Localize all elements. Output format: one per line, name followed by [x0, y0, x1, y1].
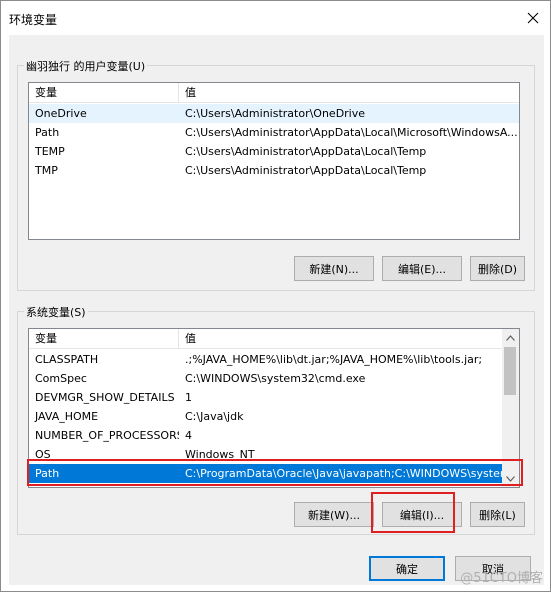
- user-new-button[interactable]: 新建(N)...: [294, 256, 374, 281]
- variable-value: C:\Users\Administrator\AppData\Local\Tem…: [185, 164, 427, 177]
- variable-value: Windows_NT: [185, 448, 255, 461]
- variable-value: 4: [185, 429, 192, 442]
- list-item[interactable]: TEMP C:\Users\Administrator\AppData\Loca…: [29, 142, 519, 161]
- variable-value: C:\Users\Administrator\OneDrive: [185, 107, 366, 120]
- variable-name: CLASSPATH: [35, 353, 99, 366]
- list-item[interactable]: DEVMGR_SHOW_DETAILS 1: [29, 388, 504, 407]
- system-variables-group: 系统变量(S) 变量 值 CLASSPATH .;%JAVA_HOME%\lib…: [17, 304, 535, 535]
- variable-name: TMP: [35, 164, 58, 177]
- chevron-down-icon: [506, 475, 515, 482]
- variable-value: C:\Java\jdk: [185, 410, 244, 423]
- column-header-value[interactable]: 值: [179, 83, 519, 103]
- variable-value: 1: [185, 391, 192, 404]
- user-edit-button[interactable]: 编辑(E)...: [382, 256, 462, 281]
- system-new-button[interactable]: 新建(W)...: [294, 502, 374, 527]
- user-delete-button[interactable]: 删除(D): [470, 256, 525, 281]
- variable-name: Path: [35, 467, 60, 480]
- list-item[interactable]: JAVA_HOME C:\Java\jdk: [29, 407, 504, 426]
- system-variables-label: 系统变量(S): [24, 304, 88, 320]
- scroll-up-button[interactable]: [502, 329, 519, 346]
- variable-name: Path: [35, 126, 60, 139]
- scroll-down-button[interactable]: [502, 470, 519, 487]
- system-list-header: 变量 值: [29, 329, 519, 349]
- user-variables-group: 幽羽独行 的用户变量(U) 变量 值 OneDrive C:\Users\Adm…: [17, 58, 535, 291]
- system-edit-button[interactable]: 编辑(I)...: [382, 502, 462, 527]
- title-bar: 环境变量: [1, 1, 550, 35]
- list-item[interactable]: ComSpec C:\WINDOWS\system32\cmd.exe: [29, 369, 504, 388]
- variable-value: .;%JAVA_HOME%\lib\dt.jar;%JAVA_HOME%\lib…: [185, 353, 483, 366]
- user-list-header: 变量 值: [29, 83, 519, 103]
- chevron-up-icon: [506, 334, 515, 341]
- variable-value: C:\ProgramData\Oracle\Java\javapath;C:\W…: [185, 467, 504, 480]
- variable-name: ComSpec: [35, 372, 87, 385]
- scroll-thumb[interactable]: [504, 347, 516, 395]
- user-variables-label: 幽羽独行 的用户变量(U): [24, 58, 148, 74]
- list-item[interactable]: OneDrive C:\Users\Administrator\OneDrive: [29, 104, 519, 123]
- list-item-selected[interactable]: Path C:\ProgramData\Oracle\Java\javapath…: [29, 464, 504, 483]
- list-item[interactable]: Path C:\Users\Administrator\AppData\Loca…: [29, 123, 519, 142]
- window-title: 环境变量: [9, 13, 58, 27]
- vertical-scrollbar[interactable]: [502, 329, 519, 487]
- column-header-variable[interactable]: 变量: [29, 83, 179, 103]
- list-item[interactable]: OS Windows_NT: [29, 445, 504, 464]
- close-icon: [527, 12, 539, 24]
- variable-value: C:\Users\Administrator\AppData\Local\Tem…: [185, 145, 427, 158]
- system-variables-list[interactable]: 变量 值 CLASSPATH .;%JAVA_HOME%\lib\dt.jar;…: [28, 328, 520, 488]
- variable-name: OneDrive: [35, 107, 87, 120]
- variable-name: JAVA_HOME: [35, 410, 99, 423]
- user-variables-list[interactable]: 变量 值 OneDrive C:\Users\Administrator\One…: [28, 82, 520, 240]
- list-item[interactable]: NUMBER_OF_PROCESSORS 4: [29, 426, 504, 445]
- close-button[interactable]: [516, 1, 550, 35]
- column-header-variable[interactable]: 变量: [29, 329, 179, 349]
- watermark: @51CTO博客: [460, 571, 543, 586]
- variable-value: C:\Users\Administrator\AppData\Local\Mic…: [185, 126, 518, 139]
- variable-name: OS: [35, 448, 51, 461]
- variable-name: NUMBER_OF_PROCESSORS: [35, 429, 179, 442]
- list-item[interactable]: CLASSPATH .;%JAVA_HOME%\lib\dt.jar;%JAVA…: [29, 350, 504, 369]
- variable-name: TEMP: [35, 145, 65, 158]
- system-delete-button[interactable]: 删除(L): [470, 502, 525, 527]
- list-item[interactable]: TMP C:\Users\Administrator\AppData\Local…: [29, 161, 519, 180]
- dialog-body: 幽羽独行 的用户变量(U) 变量 值 OneDrive C:\Users\Adm…: [9, 35, 544, 585]
- environment-variables-dialog: 环境变量 幽羽独行 的用户变量(U) 变量 值 OneDrive C:\User…: [0, 0, 551, 592]
- variable-name: DEVMGR_SHOW_DETAILS: [35, 391, 175, 404]
- column-header-value[interactable]: 值: [179, 329, 504, 349]
- variable-value: C:\WINDOWS\system32\cmd.exe: [185, 372, 366, 385]
- ok-button[interactable]: 确定: [369, 556, 445, 581]
